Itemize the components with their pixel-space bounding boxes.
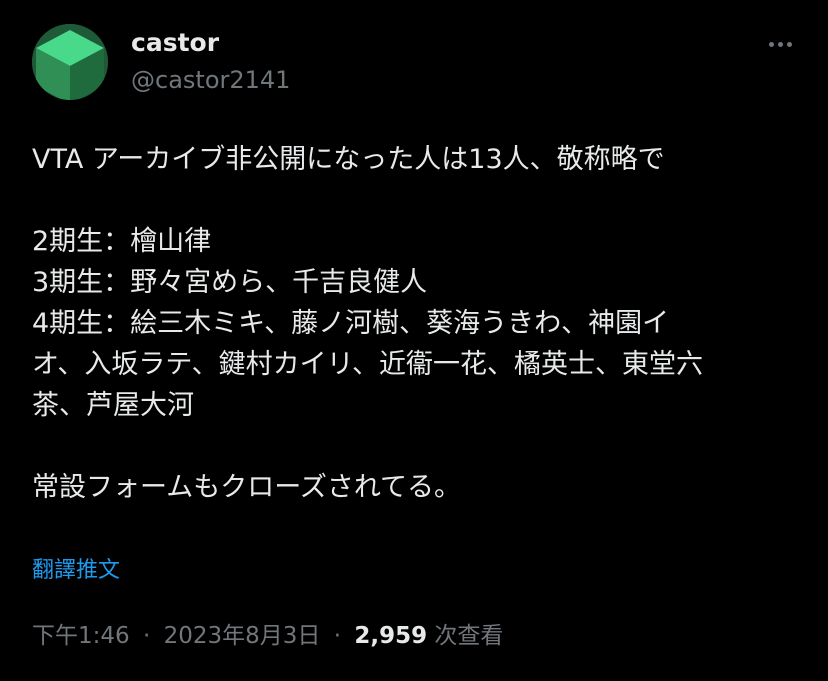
tweet-text-line: 4期生：絵三木ミキ、藤ノ河樹、葵海うきわ、神園イ [32,308,670,339]
author-display-name[interactable]: castor [131,26,219,60]
tweet-time[interactable]: 下午1:46 [32,623,130,649]
green-cube-avatar-icon [32,24,108,100]
more-horizontal-icon-dot [786,41,792,47]
tweet-text-line: 茶、芦屋大河 [32,390,194,421]
tweet-text-line: 3期生：野々宮めら、千吉良健人 [32,267,428,298]
views-label: 次查看 [434,623,504,649]
tweet-date[interactable]: 2023年8月3日 [164,623,321,649]
translate-tweet-link[interactable]: 翻譯推文 [32,556,120,586]
more-horizontal-icon [768,41,774,47]
tweet-meta: 下午1:46 · 2023年8月3日 · 2,959 次查看 [32,619,503,653]
tweet-text-line: 常設フォームもクローズされてる。 [32,472,462,503]
avatar[interactable] [32,24,108,100]
tweet-text-line: 2期生：檜山律 [32,226,212,257]
tweet-text: VTA アーカイブ非公開になった人は13人、敬称略で 2期生：檜山律 3期生：野… [32,139,802,508]
more-options-button[interactable] [760,30,800,58]
meta-separator: · [333,623,342,649]
tweet-text-line: VTA アーカイブ非公開になった人は13人、敬称略で [32,144,665,175]
meta-separator: · [142,623,151,649]
tweet-detail: castor @castor2141 VTA アーカイブ非公開になった人は13人… [0,0,828,681]
views-count[interactable]: 2,959 [354,623,427,649]
tweet-text-line: オ、入坂ラテ、鍵村カイリ、近衞一花、橘英士、東堂六 [32,349,703,380]
author-handle[interactable]: @castor2141 [131,63,290,97]
more-horizontal-icon-dot [777,41,783,47]
